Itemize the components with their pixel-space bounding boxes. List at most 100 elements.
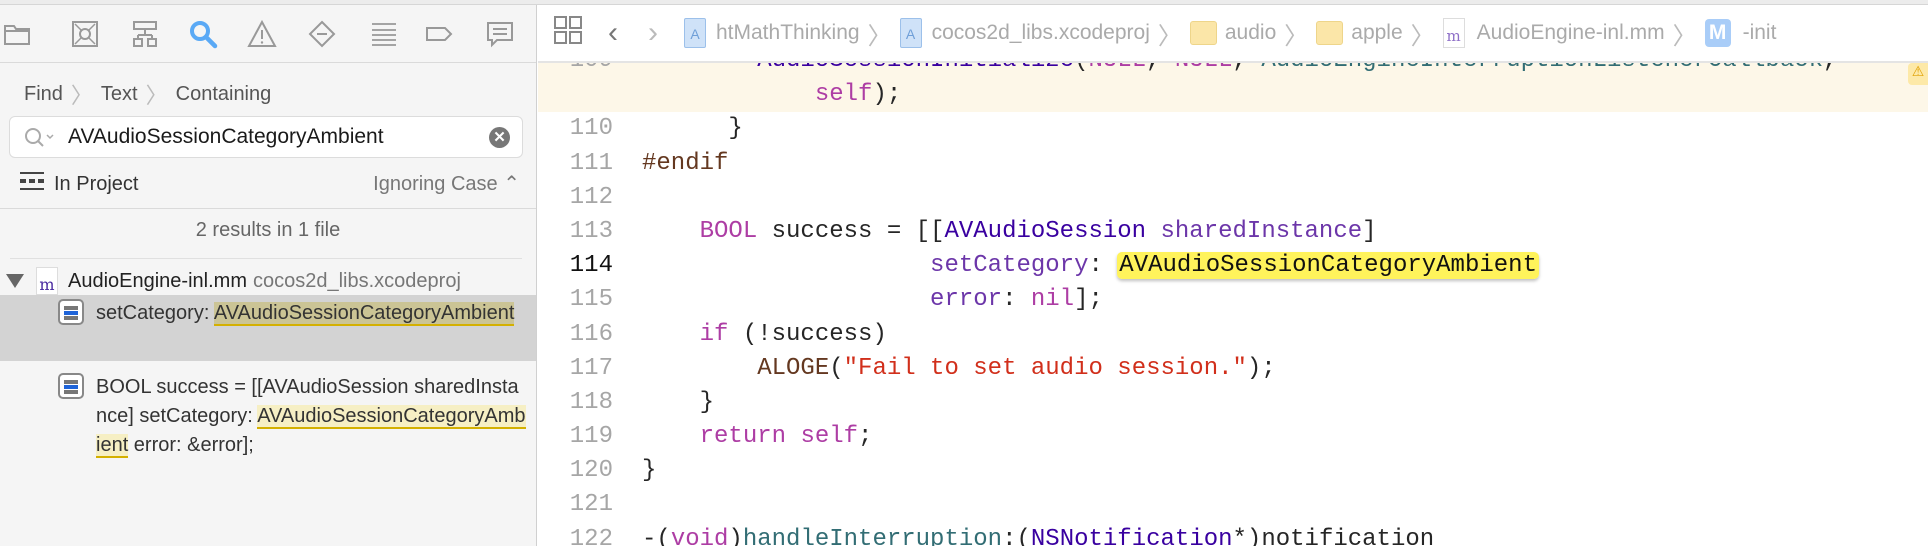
find-mode-find[interactable]: Find (24, 83, 63, 106)
result-prefix: setCategory: (96, 302, 214, 324)
line-source: error: nil]; (642, 283, 1103, 317)
code-line: 116 if (!success) (538, 318, 1928, 352)
chevron-right-icon: 〉 (1672, 22, 1697, 50)
jumpbar-label: AudioEngine-inl.mm (1476, 21, 1665, 44)
line-number[interactable]: 117 (538, 352, 613, 386)
jumpbar-item[interactable]: M -init (1704, 19, 1776, 47)
search-options-icon[interactable] (24, 127, 56, 154)
back-icon[interactable]: ‹ (608, 16, 618, 50)
chevron-right-icon: 〉 (145, 83, 168, 108)
jumpbar-item[interactable]: audio (1189, 21, 1276, 45)
code-token: -( (642, 525, 671, 546)
line-number[interactable]: 121 (538, 488, 613, 522)
search-result-item[interactable]: setCategory: AVAudioSessionCategoryAmbie… (0, 295, 536, 361)
line-source: self); (642, 78, 901, 112)
jumpbar-item[interactable]: Acocos2d_libs.xcodeproj (899, 18, 1150, 48)
jumpbar-item[interactable]: apple (1316, 21, 1403, 45)
line-number[interactable]: 122 (538, 523, 613, 546)
code-token: "Fail to set audio session." (843, 354, 1247, 382)
navigator-tabs (0, 5, 536, 63)
disclosure-triangle-icon[interactable] (6, 274, 24, 288)
objc-file-icon: m (1442, 18, 1465, 48)
divider (0, 208, 536, 209)
result-file-row[interactable]: m AudioEngine-inl.mm cocos2d_libs.xcodep… (0, 263, 536, 299)
line-number[interactable]: 118 (538, 386, 613, 420)
line-number[interactable]: 120 (538, 454, 613, 488)
code-lines: 109 AudioSessionInitialize(NULL, NULL, A… (538, 44, 1928, 546)
line-source: setCategory: AVAudioSessionCategoryAmbie… (642, 249, 1539, 283)
line-source: -(void)handleInterruption:(NSNotificatio… (642, 523, 1434, 546)
clear-search-icon[interactable]: ✕ (489, 127, 510, 148)
code-token: ; (858, 423, 873, 451)
code-token: self (800, 423, 859, 451)
line-number[interactable]: 113 (538, 215, 613, 249)
scope-icon (20, 171, 44, 197)
objc-file-icon: m (36, 267, 58, 295)
forward-icon[interactable]: › (648, 16, 658, 50)
result-project-name: cocos2d_libs.xcodeproj (252, 269, 461, 292)
line-number[interactable]: 111 (538, 147, 613, 181)
code-line: 121 (538, 488, 1928, 522)
scope-label: In Project (54, 172, 139, 195)
code-line: 114 setCategory: AVAudioSessionCategoryA… (538, 249, 1928, 283)
chevron-right-icon: 〉 (1410, 22, 1435, 50)
code-token: ] (1362, 217, 1377, 245)
line-number[interactable]: 112 (538, 181, 613, 215)
result-text: setCategory: AVAudioSessionCategoryAmbie… (96, 299, 526, 328)
folder-icon[interactable] (0, 17, 34, 51)
chevron-right-icon: 〉 (70, 83, 93, 108)
warning-icon[interactable] (245, 17, 279, 51)
result-match: AVAudioSessionCategoryAmbient (213, 302, 515, 326)
code-token: return (699, 423, 787, 451)
find-navigator: Find 〉 Text 〉 Containing ✕ In Project Igno… (0, 5, 537, 546)
case-sensitivity-popup[interactable]: Ignoring Case ⌃ (373, 171, 520, 196)
line-source: } (642, 454, 656, 488)
result-file-name: AudioEngine-inl.mm (68, 269, 247, 292)
chevron-right-icon: 〉 (867, 22, 892, 50)
search-scope-button[interactable]: In Project (20, 171, 138, 197)
report-list-icon[interactable] (367, 17, 401, 51)
comment-icon[interactable] (483, 17, 517, 51)
code-token: error (930, 286, 1003, 314)
find-mode-text[interactable]: Text (101, 83, 138, 106)
code-line: 122 -(void)handleInterruption:(NSNotifica… (538, 523, 1928, 546)
line-number[interactable]: 115 (538, 283, 613, 317)
results-count: 2 results in 1 file (195, 219, 341, 241)
method-icon: M (1704, 19, 1731, 47)
result-suffix: error: &error]; (128, 434, 254, 456)
line-source: #endif (642, 147, 728, 181)
updown-chevron-icon: ⌃ (497, 173, 520, 195)
source-control-icon[interactable] (68, 17, 102, 51)
jumpbar-label: cocos2d_libs.xcodeproj (931, 21, 1150, 44)
code-token: ); (1246, 354, 1276, 382)
search-icon[interactable] (186, 17, 220, 51)
line-number[interactable]: 114 (538, 249, 613, 283)
search-result-item[interactable]: BOOL success = [[AVAudioSession sharedIn… (0, 369, 536, 458)
code-line: 111 #endif (538, 147, 1928, 181)
line-source: } (642, 112, 743, 146)
case-label: Ignoring Case (373, 173, 498, 195)
source-editor[interactable]: ‹ › AhtMathThinking 〉 Acocos2d_libs.xcodep… (538, 5, 1928, 546)
code-token: handleInterruption (742, 525, 1003, 546)
find-mode-containing[interactable]: Containing (176, 83, 272, 106)
warning-icon[interactable]: ⚠ (1908, 63, 1928, 85)
jumpbar-item[interactable]: m AudioEngine-inl.mm (1442, 18, 1665, 48)
project-icon: A (684, 18, 706, 48)
line-number[interactable]: 110 (538, 112, 613, 146)
jumpbar-item[interactable]: AhtMathThinking (684, 18, 860, 48)
hierarchy-icon[interactable] (128, 17, 162, 51)
search-input[interactable] (68, 122, 468, 152)
find-match-highlight: AVAudioSessionCategoryAmbient (1117, 252, 1539, 280)
code-token: } (642, 115, 743, 143)
code-token: nil (1030, 286, 1075, 314)
line-number[interactable]: 119 (538, 420, 613, 454)
line-number[interactable]: 116 (538, 318, 613, 352)
breakpoint-icon[interactable] (305, 17, 339, 51)
tag-icon[interactable] (422, 17, 456, 51)
code-line: 120} (538, 454, 1928, 488)
related-items-icon[interactable] (554, 16, 582, 50)
divider (10, 258, 522, 259)
